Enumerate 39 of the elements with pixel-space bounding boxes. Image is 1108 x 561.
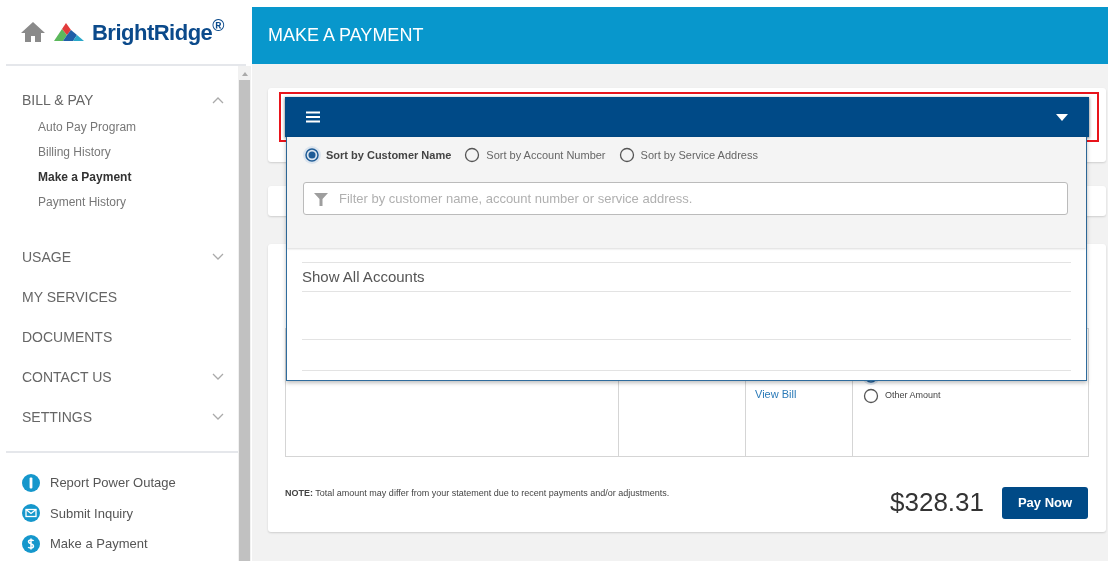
radio-button[interactable] [617,146,636,164]
brand-name: BrightRidge$^{®}$ [91,15,225,47]
mail-icon [22,504,40,523]
nav-subitem[interactable]: Make a Payment [22,165,224,190]
nav-item[interactable]: USAGE [22,237,224,277]
scrollbar-thumb[interactable] [239,80,250,561]
note-text: NOTE: Total amount may differ from your statement due to recent payments and/or adjustments. [285,486,670,500]
radio-label[interactable]: Sort by Service Address [640,146,758,164]
radio-label[interactable]: Sort by Customer Name [326,146,452,164]
radio-label[interactable]: Sort by Account Number [486,146,606,164]
total-amount: $328.31 [890,486,984,519]
menu-icon [305,111,321,123]
dollar-icon [22,534,40,553]
nav-subitem[interactable]: Billing History [22,140,224,165]
scrollbar[interactable] [238,66,251,561]
logo-icon [53,23,84,41]
nav-subitem[interactable]: Auto Pay Program [22,115,224,140]
radio-button[interactable] [303,146,321,164]
pay-now-button[interactable]: Pay Now [1002,486,1088,519]
view-bill-link[interactable]: View Bill [755,388,797,400]
nav-item[interactable]: BILL & PAY [22,90,224,110]
page-title: MAKE A PAYMENT [268,24,424,47]
quick-link[interactable]: Submit Inquiry [50,503,134,523]
quick-link[interactable]: Make a Payment [50,534,148,554]
nav-item[interactable]: MY SERVICES [22,277,224,317]
radio-label[interactable]: Other Amount [885,389,941,403]
nav-item[interactable]: CONTACT US [22,357,224,397]
account-option[interactable]: Show All Accounts [302,262,1071,292]
nav-subitem[interactable]: Payment History [22,190,224,215]
home-icon[interactable] [19,21,46,43]
filter-field[interactable]: Filter by customer name, account number or service address. [303,182,1068,215]
filter-icon [313,191,329,207]
caret-icon [1055,112,1069,122]
nav-item[interactable]: SETTINGS [22,397,224,437]
nav-item[interactable]: DOCUMENTS [22,317,224,357]
alert-icon [22,473,40,492]
quick-link[interactable]: Report Power Outage [50,473,176,493]
radio-button[interactable] [862,387,880,405]
radio-button[interactable] [463,146,482,164]
